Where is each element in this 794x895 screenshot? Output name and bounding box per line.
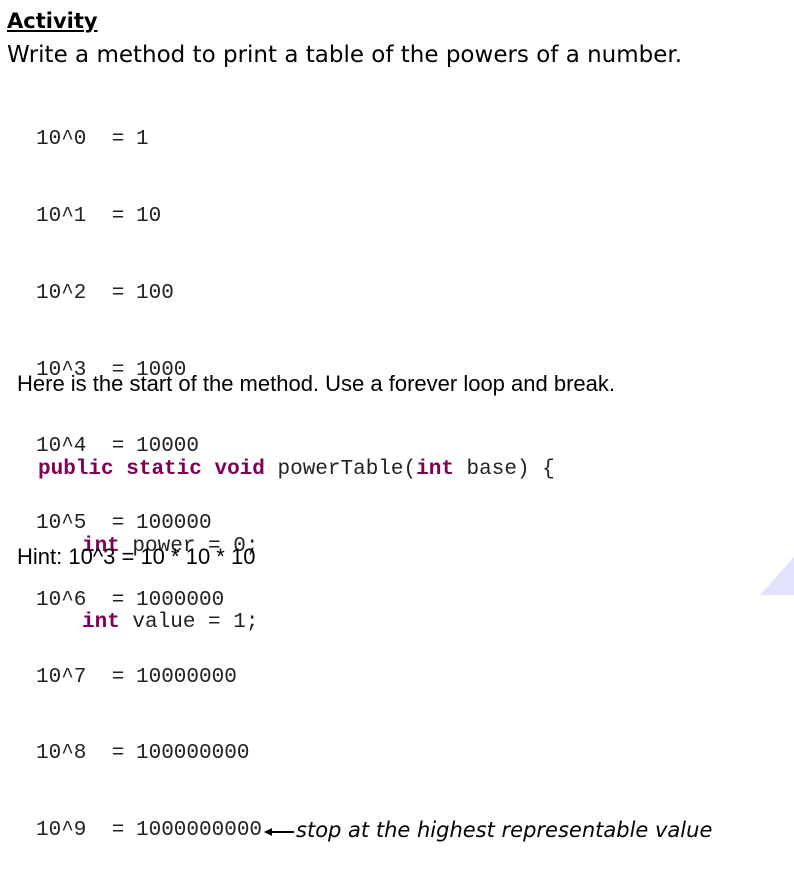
code-text: base) { [466, 458, 555, 481]
power-value: 100000000 [136, 742, 250, 766]
power-value: 1 [136, 128, 149, 152]
code-keyword: int [82, 611, 120, 634]
table-row: 10^0 = 1 [36, 127, 712, 153]
code-line: public static void powerTable(int base) … [38, 457, 555, 483]
code-keyword: public [38, 458, 114, 481]
equals-sign: = [111, 128, 125, 152]
equals-sign: = [111, 819, 125, 843]
power-expression: 10^8 [36, 742, 87, 766]
power-expression: 10^1 [36, 204, 87, 228]
table-row: 10^1 = 10 [36, 204, 712, 230]
annotation-text: stop at the highest representable value [296, 818, 713, 843]
code-method-name: powerTable( [277, 458, 417, 481]
instruction-text: Here is the start of the method. Use a f… [17, 371, 615, 396]
table-row: 10^2 = 100 [36, 281, 712, 307]
slide-title: Activity [7, 9, 98, 33]
equals-sign: = [111, 742, 125, 766]
power-value: 1000000000 [136, 819, 263, 843]
table-row: 10^8 = 100000000 [36, 741, 712, 767]
equals-sign: = [111, 204, 125, 228]
code-keyword: int [416, 458, 454, 481]
table-row: 10^9 = 1000000000 stop at the highest repre… [36, 818, 712, 844]
code-keyword: static [126, 458, 202, 481]
hint-text: Hint: 10^3 = 10 * 10 * 10 [17, 544, 256, 569]
power-expression: 10^0 [36, 128, 87, 152]
power-value: 100 [136, 281, 174, 305]
corner-decoration [760, 557, 794, 595]
slide-subtitle: Write a method to print a table of the p… [7, 42, 683, 68]
power-expression: 10^9 [36, 819, 87, 843]
equals-sign: = [111, 281, 125, 305]
power-value: 10 [136, 204, 162, 228]
code-keyword: void [214, 458, 265, 481]
code-line: int value = 1; [38, 610, 555, 636]
annotation: stop at the highest representable value [264, 818, 712, 844]
code-text: value = 1; [132, 611, 259, 634]
left-arrow-icon [264, 828, 295, 837]
power-expression: 10^2 [36, 281, 87, 305]
